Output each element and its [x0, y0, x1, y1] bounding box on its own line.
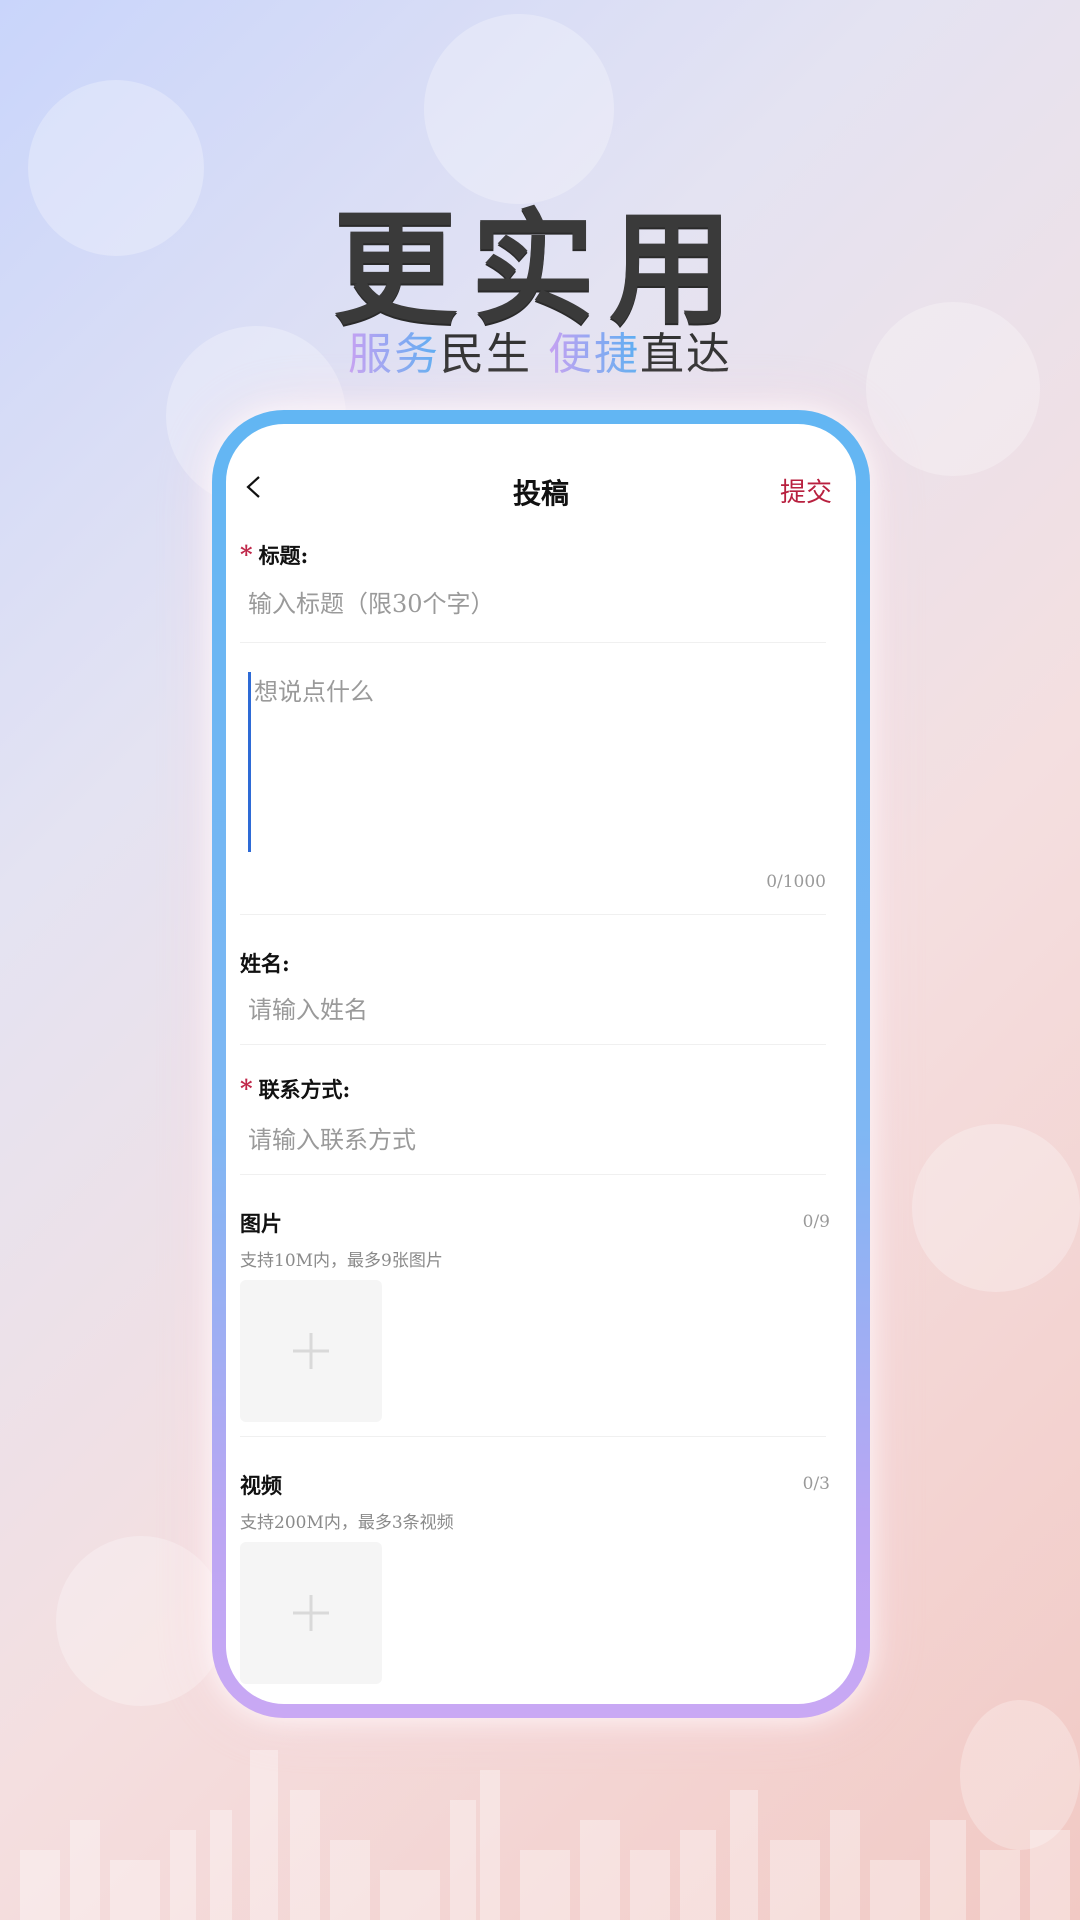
bokeh-circle — [56, 1536, 226, 1706]
title-label-text: 标题: — [258, 543, 309, 568]
contact-section: * 联系方式: — [226, 1044, 856, 1175]
contact-input[interactable] — [248, 1120, 808, 1160]
name-section: 姓名: — [226, 914, 856, 1045]
images-counter: 0/9 — [802, 1212, 830, 1232]
content-textarea[interactable] — [248, 672, 814, 852]
images-label: 图片 — [240, 1211, 282, 1236]
phone-mockup: 投稿 提交 *标题: 0/1000 姓名: *联系方式: — [212, 410, 870, 1718]
promo-subline: 服务民生 便捷直达 — [0, 318, 1080, 382]
required-mark: * — [240, 1074, 253, 1103]
contact-label: * 联系方式: — [240, 1074, 350, 1104]
plus-icon — [293, 1595, 329, 1631]
title-input[interactable] — [248, 584, 808, 624]
submit-button[interactable]: 提交 — [780, 472, 832, 509]
images-hint: 支持10M内，最多9张图片 — [240, 1251, 443, 1271]
add-video-button[interactable] — [240, 1542, 382, 1684]
title-label: * 标题: — [240, 540, 308, 570]
add-image-button[interactable] — [240, 1280, 382, 1422]
page-title: 投稿 — [512, 477, 569, 510]
city-skyline-illustration — [20, 1750, 1070, 1920]
subline-part-2: 民生 — [440, 329, 532, 380]
videos-section: 视频 0/3 支持200M内，最多3条视频 — [226, 1436, 856, 1698]
content-section: 0/1000 — [226, 648, 856, 924]
videos-hint: 支持200M内，最多3条视频 — [240, 1513, 454, 1533]
name-label: 姓名: — [240, 951, 290, 976]
plus-icon — [293, 1333, 329, 1369]
title-section: * 标题: — [226, 528, 856, 648]
required-mark: * — [240, 540, 253, 569]
contact-label-text: 联系方式: — [258, 1077, 351, 1102]
subline-part-4: 直达 — [640, 329, 732, 380]
divider — [240, 642, 826, 643]
name-input[interactable] — [248, 990, 808, 1030]
videos-label: 视频 — [240, 1473, 282, 1498]
videos-counter: 0/3 — [802, 1474, 830, 1494]
submission-screen: 投稿 提交 *标题: 0/1000 姓名: *联系方式: — [226, 424, 856, 1704]
subline-part-1: 服务 — [348, 329, 440, 380]
images-section: 图片 0/9 支持10M内，最多9张图片 — [226, 1174, 856, 1437]
bokeh-circle — [912, 1124, 1080, 1292]
nav-bar: 投稿 提交 — [226, 424, 856, 528]
content-char-counter: 0/1000 — [766, 872, 826, 892]
subline-part-3: 便捷 — [548, 329, 640, 380]
